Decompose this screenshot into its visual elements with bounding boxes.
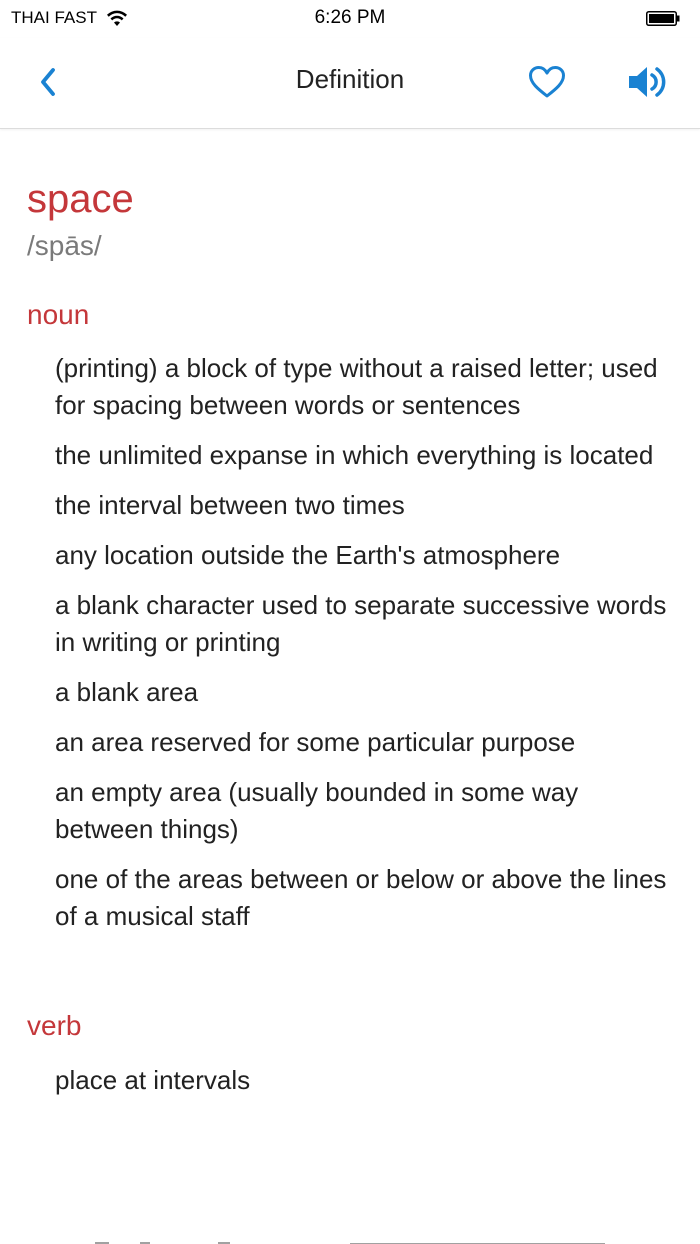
verb-definitions: place at intervals xyxy=(55,1062,680,1112)
definition-item: an area reserved for some particular pur… xyxy=(55,727,576,757)
definition-item: the interval between two times xyxy=(55,490,405,520)
headword: space xyxy=(27,177,134,221)
definition-item: a blank character used to separate succe… xyxy=(55,590,667,657)
definition-item: (printing) a block of type without a rai… xyxy=(55,353,658,420)
page-title: Definition xyxy=(295,64,405,94)
noun-definitions: (printing) a block of type without a rai… xyxy=(55,350,680,948)
heart-icon xyxy=(529,66,565,98)
favorite-button[interactable] xyxy=(526,62,568,102)
battery-icon xyxy=(646,11,680,26)
status-bar: THAI FAST 6:26 PM xyxy=(0,0,700,38)
chevron-left-icon xyxy=(41,68,55,96)
speaker-icon xyxy=(629,67,666,97)
back-button[interactable] xyxy=(30,62,66,102)
pronunciation: /spās/ xyxy=(27,230,102,261)
part-of-speech-verb: verb xyxy=(27,1010,82,1041)
definition-item: a blank area xyxy=(55,677,199,707)
definition-item: an empty area (usually bounded in some w… xyxy=(55,777,579,844)
pronounce-button[interactable] xyxy=(624,60,672,104)
status-time: 6:26 PM xyxy=(314,7,386,28)
definition-item: one of the areas between or below or abo… xyxy=(55,864,667,931)
navigation-bar: Definition xyxy=(0,38,700,129)
bottom-edge xyxy=(0,1238,700,1244)
part-of-speech-noun: noun xyxy=(27,299,90,330)
definition-item: any location outside the Earth's atmosph… xyxy=(55,540,561,570)
definition-item: the unlimited expanse in which everythin… xyxy=(55,440,654,470)
definition-item: place at intervals xyxy=(55,1065,251,1095)
